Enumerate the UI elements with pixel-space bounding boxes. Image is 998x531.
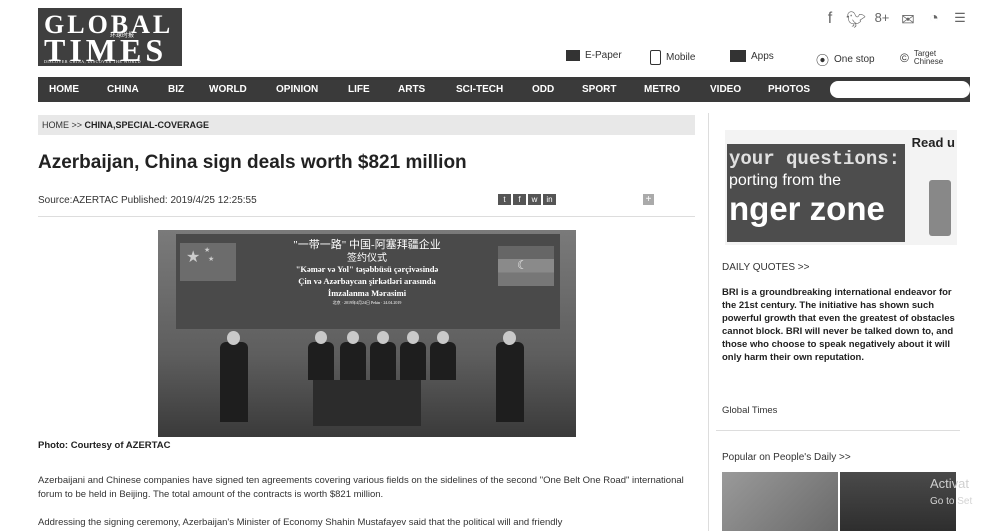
phone-icon (929, 180, 951, 236)
mobile-link[interactable]: Mobile (650, 50, 695, 65)
epaper-link[interactable]: E-Paper (566, 50, 622, 61)
nav-photos[interactable]: PHOTOS (768, 84, 810, 95)
epaper-label: E-Paper (585, 50, 622, 61)
linkedin-share-icon[interactable]: in (543, 194, 556, 205)
banner-date: 北京 · 2019年4月24日 Pekin · 24.04.2019 (332, 300, 402, 305)
person-head (315, 331, 327, 344)
nav-biz[interactable]: BIZ (168, 84, 184, 95)
mobile-label: Mobile (666, 52, 696, 63)
banner-cn-line2: 签约仪式 (347, 253, 387, 264)
weibo-icon[interactable]: ◔ (924, 10, 944, 30)
target-chinese-link[interactable]: © Target Chinese (900, 50, 954, 66)
breadcrumb-home[interactable]: HOME >> (38, 120, 85, 130)
nav-home[interactable]: HOME (49, 84, 79, 95)
global-times-logo[interactable]: GLOBAL 环球时报 TIMES DISCOVER CHINA, DISCOV… (38, 8, 182, 68)
apps-label: Apps (751, 50, 774, 62)
person (496, 342, 524, 422)
nav-opinion[interactable]: OPINION (276, 84, 318, 95)
article-paragraph: Azerbaijani and Chinese companies have s… (38, 475, 684, 500)
banner-az-line3: İmzalanma Mərasimi (327, 288, 407, 298)
apps-grid-icon (730, 50, 746, 62)
newspaper-icon (566, 50, 580, 61)
twitter-share-icon[interactable]: t (498, 194, 511, 205)
divider (716, 430, 960, 431)
person (308, 342, 334, 380)
daily-quotes-heading[interactable]: DAILY QUOTES >> (722, 262, 809, 273)
main-nav: HOME CHINA BIZ WORLD OPINION LIFE ARTS S… (38, 77, 970, 102)
apps-link[interactable]: Apps (730, 50, 774, 62)
promo-reporting: porting from the (729, 172, 842, 189)
nav-arts[interactable]: ARTS (398, 84, 425, 95)
promo-zone: nger zone (729, 190, 885, 227)
google-plus-icon[interactable]: 8+ (872, 10, 892, 30)
rss-icon[interactable]: ☰ (950, 10, 970, 30)
person (220, 342, 248, 422)
nav-china[interactable]: CHINA (107, 84, 139, 95)
article-photo: ★ ★ ★ ☾ "一带一路" 中国-阿塞拜疆企业 签约仪式 "Kəmər və Yo… (158, 230, 576, 437)
twitter-icon[interactable]: 🐦︎ (846, 10, 866, 30)
person-head (347, 331, 359, 344)
banner-az-line1: "Kəmər və Yol" təşəbbüsü çərçivəsində (295, 264, 439, 274)
facebook-share-icon[interactable]: f (513, 194, 526, 205)
activation-watermark: Activat (930, 476, 970, 491)
signing-table (313, 380, 421, 426)
person (370, 342, 396, 380)
nav-life[interactable]: LIFE (348, 84, 370, 95)
onestop-label: One stop (834, 54, 875, 65)
email-icon[interactable]: ✉ (898, 10, 918, 30)
person-head (227, 331, 240, 345)
person (430, 342, 456, 380)
person (400, 342, 426, 380)
nav-sci-tech[interactable]: SCI-TECH (456, 84, 503, 95)
popular-thumbnail[interactable] (722, 472, 838, 531)
person-head (503, 331, 516, 345)
activation-watermark-sub: Go to Set (930, 496, 973, 507)
nav-sport[interactable]: SPORT (582, 84, 616, 95)
popular-heading[interactable]: Popular on People's Daily >> (722, 452, 851, 463)
logo-tagline: DISCOVER CHINA, DISCOVER THE WORLD (44, 59, 141, 64)
person (340, 342, 366, 380)
onestop-link[interactable]: ⦿ One stop (816, 50, 875, 69)
person-head (437, 331, 449, 344)
banner-az-line2: Çin və Azərbaycan şirkətləri arasında (298, 276, 436, 286)
article-title: Azerbaijan, China sign deals worth $821 … (38, 152, 467, 173)
breadcrumb: HOME >> CHINA,SPECIAL-COVERAGE (38, 115, 695, 135)
nav-odd[interactable]: ODD (532, 84, 554, 95)
daily-quote-text: BRI is a groundbreaking international en… (722, 287, 955, 363)
share-bar: t f w in (498, 194, 556, 205)
mobile-icon (650, 50, 661, 65)
facebook-icon[interactable]: f (820, 10, 840, 30)
article-meta: Source:AZERTAC Published: 2019/4/25 12:2… (38, 195, 257, 206)
social-icons: f 🐦︎ 8+ ✉ ◔ ☰ (820, 10, 970, 30)
photo-caption: Photo: Courtesy of AZERTAC (38, 440, 171, 451)
article-paragraph: Addressing the signing ceremony, Azerbai… (38, 517, 563, 528)
target-chinese-label: Target Chinese (913, 49, 944, 66)
promo-read-label: Read u (911, 135, 955, 150)
divider (38, 216, 695, 217)
location-pin-icon: ⦿ (816, 53, 830, 68)
nav-world[interactable]: WORLD (209, 84, 247, 95)
person-head (407, 331, 419, 344)
breadcrumb-path[interactable]: CHINA,SPECIAL-COVERAGE (85, 120, 210, 130)
target-chinese-icon: © (900, 51, 909, 65)
promo-questions: your questions: (729, 148, 901, 170)
promo-banner[interactable]: Read u your questions: porting from the … (725, 130, 957, 245)
more-share-button[interactable]: + (643, 194, 654, 205)
person-head (377, 331, 389, 344)
nav-metro[interactable]: METRO (644, 84, 680, 95)
daily-quote-source: Global Times (722, 405, 778, 416)
search-input[interactable] (830, 81, 970, 98)
nav-video[interactable]: VIDEO (710, 84, 741, 95)
weibo-share-icon[interactable]: w (528, 194, 541, 205)
